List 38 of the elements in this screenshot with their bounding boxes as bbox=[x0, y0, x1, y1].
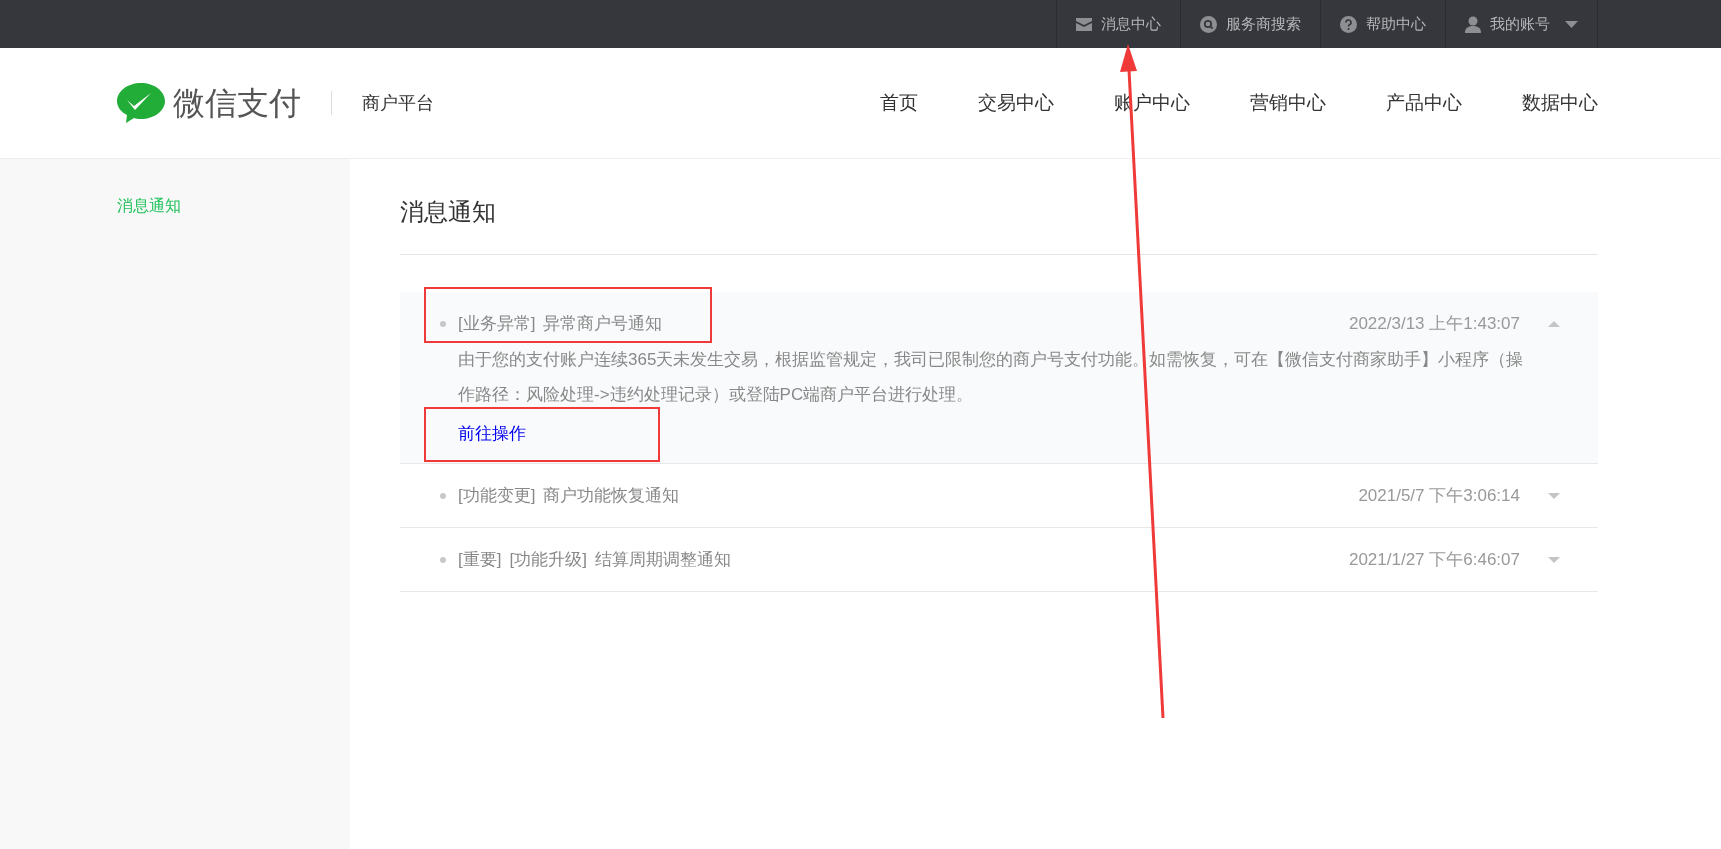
expand-icon[interactable] bbox=[1548, 556, 1560, 563]
collapse-icon[interactable] bbox=[1548, 320, 1560, 327]
top-menu-item[interactable]: 服务商搜索 bbox=[1181, 0, 1321, 48]
nav-link[interactable]: 营销中心 bbox=[1250, 90, 1326, 116]
message-item[interactable]: [重要] [功能升级] 结算周期调整通知 2021/1/27 下午6:46:07 bbox=[400, 528, 1598, 592]
caret-icon bbox=[1565, 20, 1578, 28]
message-tag: [业务异常] bbox=[458, 312, 536, 335]
message-title: 商户功能恢复通知 bbox=[543, 485, 680, 507]
go-to-action-link[interactable]: 前往操作 bbox=[458, 422, 1560, 445]
message-title: 异常商户号通知 bbox=[543, 313, 663, 335]
message-time: 2021/5/7 下午3:06:14 bbox=[1358, 485, 1520, 507]
bullet-icon bbox=[440, 492, 446, 499]
message-item[interactable]: [功能变更] 商户功能恢复通知 2021/5/7 下午3:06:14 bbox=[400, 464, 1598, 528]
nav-link[interactable]: 产品中心 bbox=[1386, 90, 1462, 116]
page-title: 消息通知 bbox=[400, 159, 1598, 255]
user-icon bbox=[1465, 15, 1481, 33]
message-time: 2021/1/27 下午6:46:07 bbox=[1348, 549, 1520, 571]
message-body: 由于您的支付账户连续365天未发生交易，根据监管规定，我司已限制您的商户号支付功能。如需恢复，可在【微信支付商家助手】小程序（操作路径：风险处理->违约处理记录）或登陆PC端商户平台进行处理。 bbox=[458, 349, 1525, 406]
nav-link[interactable]: 首页 bbox=[880, 90, 918, 116]
message-time: 2022/3/13 上午1:43:07 bbox=[1348, 313, 1520, 335]
bullet-icon bbox=[440, 320, 446, 327]
message-tag: [重要] bbox=[458, 548, 502, 571]
message-title: 结算周期调整通知 bbox=[594, 549, 731, 571]
search-icon bbox=[1200, 15, 1217, 33]
top-menu-item[interactable]: 帮助中心 bbox=[1321, 0, 1446, 48]
top-menu-item[interactable]: 消息中心 bbox=[1057, 0, 1181, 48]
expand-icon[interactable] bbox=[1548, 492, 1560, 499]
message-tag: [功能升级] bbox=[509, 548, 587, 571]
wechat-pay-logo-icon bbox=[117, 83, 165, 123]
mail-icon bbox=[1076, 17, 1092, 31]
platform-name: 商户平台 bbox=[362, 92, 434, 115]
top-menu-item[interactable]: 我的账号 bbox=[1446, 0, 1598, 48]
nav-link[interactable]: 交易中心 bbox=[978, 90, 1054, 116]
help-icon bbox=[1340, 15, 1357, 33]
bullet-icon bbox=[440, 556, 446, 563]
message-tag: [功能变更] bbox=[458, 484, 536, 507]
message-item[interactable]: [业务异常] 异常商户号通知 2022/3/13 上午1:43:07 由于您的支付账户连续365天未发生交易，根据监管规定，我司已限制您的商户号支付功能。如需恢复，可在【微信支付商家助手】小程序（操作路径：风险处理->违约处理记录）或登陆PC端商户平台进行处理。 前往操作 bbox=[400, 292, 1598, 464]
nav-link[interactable]: 数据中心 bbox=[1522, 90, 1598, 116]
